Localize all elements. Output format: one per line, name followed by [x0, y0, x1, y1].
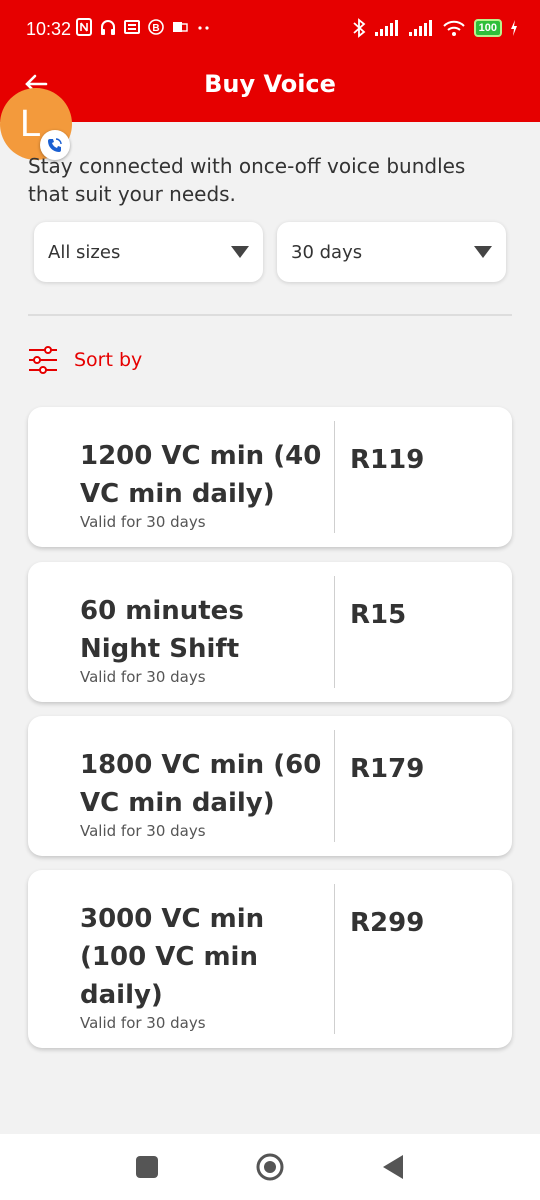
back-triangle-icon[interactable] — [382, 1154, 404, 1180]
bluetooth-icon — [353, 18, 366, 38]
divider — [28, 314, 512, 316]
bundle-price: R119 — [350, 445, 425, 475]
bundle-card[interactable]: 60 minutes Night Shift Valid for 30 days… — [28, 562, 512, 702]
nfc-icon — [76, 18, 92, 36]
bundle-validity: Valid for 30 days — [80, 1014, 206, 1032]
page-title: Buy Voice — [204, 70, 336, 98]
signal-icon — [408, 20, 432, 36]
bundle-card[interactable]: 1800 VC min (60 VC min daily) Valid for … — [28, 716, 512, 856]
outlook-icon — [173, 22, 188, 32]
system-icons: 100 — [352, 18, 518, 38]
intro-text: Stay connected with once-off voice bundl… — [28, 154, 466, 206]
card-divider — [334, 421, 335, 533]
home-circle-icon[interactable] — [256, 1153, 284, 1181]
status-time: 10:32 — [26, 19, 72, 39]
sort-by-label: Sort by — [74, 349, 143, 371]
headset-icon — [101, 20, 115, 35]
bundle-validity: Valid for 30 days — [80, 668, 206, 686]
notification-icons: B — [76, 18, 212, 36]
bundle-price: R15 — [350, 600, 407, 630]
bundle-card[interactable]: 1200 VC min (40 VC min daily) Valid for … — [28, 407, 512, 547]
sliders-icon — [29, 346, 57, 374]
news-icon — [124, 20, 140, 34]
bundle-title: 1200 VC min (40 VC min daily) — [80, 441, 322, 509]
card-divider — [334, 884, 335, 1034]
card-divider — [334, 730, 335, 842]
validity-filter-dropdown[interactable]: 30 days — [277, 222, 506, 282]
recents-square-icon[interactable] — [136, 1156, 158, 1178]
wifi-icon — [442, 20, 465, 36]
svg-text:B: B — [152, 23, 159, 34]
sort-by-button[interactable]: Sort by — [28, 346, 142, 374]
phone-call-glyph — [48, 138, 62, 152]
chevron-down-icon — [474, 246, 492, 258]
more-dots-icon — [198, 26, 209, 30]
size-filter-value: All sizes — [48, 242, 121, 263]
app-header: Buy Voice — [0, 62, 540, 122]
status-bar: 10:32 B 100 — [0, 0, 540, 62]
battery-icon: 100 — [473, 19, 502, 37]
bundle-title: 60 minutes Night Shift — [80, 596, 244, 664]
bundle-title: 1800 VC min (60 VC min daily) — [80, 750, 322, 818]
card-divider — [334, 576, 335, 688]
bundle-title: 3000 VC min (100 VC min daily) — [80, 904, 265, 1010]
bundle-validity: Valid for 30 days — [80, 822, 206, 840]
chevron-down-icon — [231, 246, 249, 258]
signal-icon — [374, 20, 398, 36]
bundle-card[interactable]: 3000 VC min (100 VC min daily) Valid for… — [28, 870, 512, 1048]
charging-icon — [511, 20, 517, 36]
validity-filter-value: 30 days — [291, 242, 363, 263]
bundle-validity: Valid for 30 days — [80, 513, 206, 531]
bundle-price: R299 — [350, 908, 425, 938]
size-filter-dropdown[interactable]: All sizes — [34, 222, 263, 282]
system-nav-bar — [0, 1134, 540, 1200]
bundle-price: R179 — [350, 754, 425, 784]
b-icon: B — [148, 19, 164, 35]
